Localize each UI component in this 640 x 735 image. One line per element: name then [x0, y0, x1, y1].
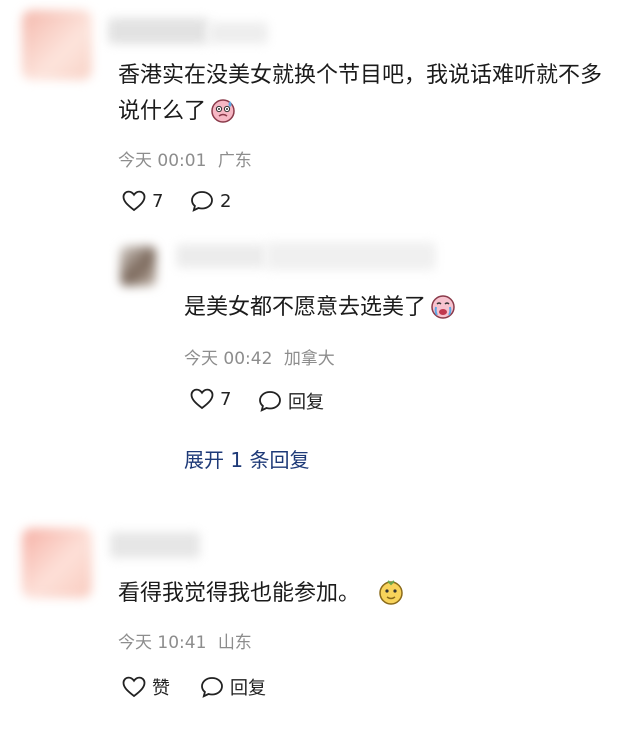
like-button[interactable]: 赞 — [122, 674, 170, 700]
comment-meta: 今天 10:41 山东 — [118, 628, 252, 653]
comment-location: 山东 — [217, 633, 252, 653]
comment-time: 今天 10:41 — [118, 633, 207, 653]
reply-time: 今天 00:42 — [184, 349, 273, 369]
reply-count: 2 — [220, 190, 232, 212]
like-label: 赞 — [152, 678, 170, 699]
reply-text: 是美女都不愿意去选美了 — [184, 290, 614, 326]
sweat-face-emoji — [210, 97, 236, 123]
comment-text: 看得我觉得我也能参加。 — [118, 576, 618, 612]
crying-face-emoji — [430, 293, 456, 319]
username-redacted — [110, 532, 200, 558]
reply-reply-button[interactable]: 回复 — [258, 388, 324, 414]
heart-icon — [122, 676, 146, 698]
expand-replies-link[interactable]: 展开 1 条回复 — [184, 444, 309, 473]
reply-like-button[interactable]: 7 — [190, 388, 231, 410]
chat-bubble-icon — [258, 390, 282, 412]
reply-avatar[interactable] — [120, 246, 156, 286]
reply-username-redacted-tail — [266, 242, 436, 270]
comment-text: 香港实在没美女就换个节目吧，我说话难听就不多说什么了 — [118, 63, 603, 124]
avatar[interactable] — [22, 10, 92, 80]
reply-meta: 今天 00:42 加拿大 — [184, 344, 335, 369]
reply-username-redacted — [176, 244, 266, 268]
reply-button[interactable]: 2 — [190, 190, 231, 212]
avatar[interactable] — [22, 528, 92, 598]
comment-location: 广东 — [217, 151, 252, 171]
reply-label: 回复 — [230, 678, 266, 699]
username-redacted-tail — [208, 22, 268, 44]
heart-icon — [190, 388, 214, 410]
like-count: 7 — [152, 190, 164, 212]
comment-meta: 今天 00:01 广东 — [118, 146, 252, 171]
chat-bubble-icon — [200, 676, 224, 698]
like-button[interactable]: 7 — [122, 190, 163, 212]
reply-reply-label: 回复 — [288, 392, 324, 413]
reply-button[interactable]: 回复 — [200, 674, 266, 700]
thinking-face-emoji — [378, 579, 404, 605]
heart-icon — [122, 190, 146, 212]
reply-like-count: 7 — [220, 388, 232, 410]
username-redacted — [108, 18, 208, 44]
chat-bubble-icon — [190, 190, 214, 212]
comment-time: 今天 00:01 — [118, 151, 207, 171]
reply-location: 加拿大 — [283, 349, 335, 369]
